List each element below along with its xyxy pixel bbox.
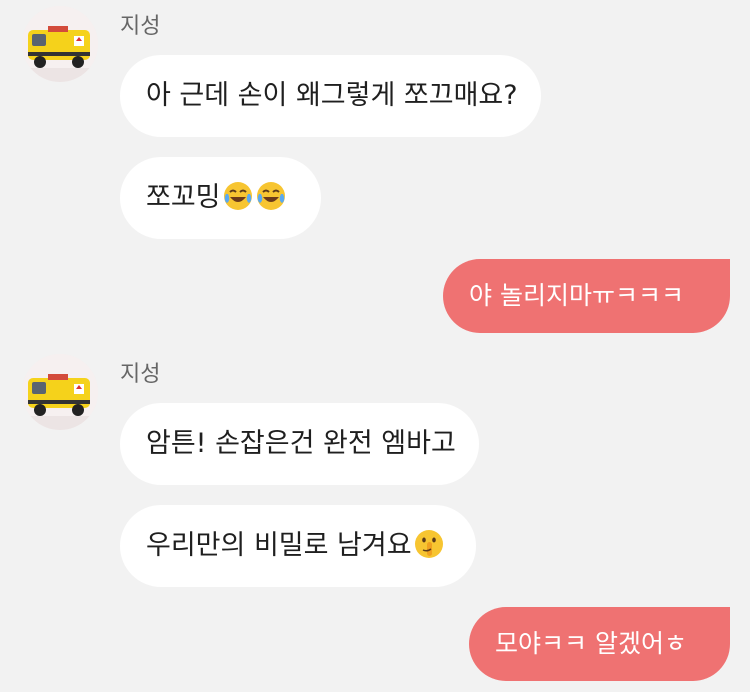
message-bubble-mine[interactable]: 모야ㅋㅋ 알겠어ㅎ [469,607,730,681]
sender-name: 지성 [120,14,161,39]
avatar[interactable] [22,354,98,430]
avatar[interactable] [22,6,98,82]
message-bubble[interactable]: 암튼! 손잡은건 완전 엠바고 [120,403,479,485]
message-text: 아 근데 손이 왜그렇게 쪼끄매요? [146,80,518,111]
message-text: 쪼꼬밍 [146,182,221,213]
sender-name: 지성 [120,362,161,387]
face-with-tears-of-joy-icon [255,180,287,212]
message-bubble-mine[interactable]: 야 놀리지마ㅠㅋㅋㅋ [443,259,730,333]
message-bubble[interactable]: 쪼꼬밍 [120,157,321,239]
message-text: 우리만의 비밀로 남겨요 [146,530,412,561]
message-bubble[interactable]: 우리만의 비밀로 남겨요 [120,505,476,587]
shushing-face-icon [413,528,445,560]
message-text: 야 놀리지마ㅠㅋㅋㅋ [469,281,684,310]
message-text: 암튼! 손잡은건 완전 엠바고 [146,428,456,459]
face-with-tears-of-joy-icon [222,180,254,212]
message-bubble[interactable]: 아 근데 손이 왜그렇게 쪼끄매요? [120,55,541,137]
message-text: 모야ㅋㅋ 알겠어ㅎ [495,629,687,658]
